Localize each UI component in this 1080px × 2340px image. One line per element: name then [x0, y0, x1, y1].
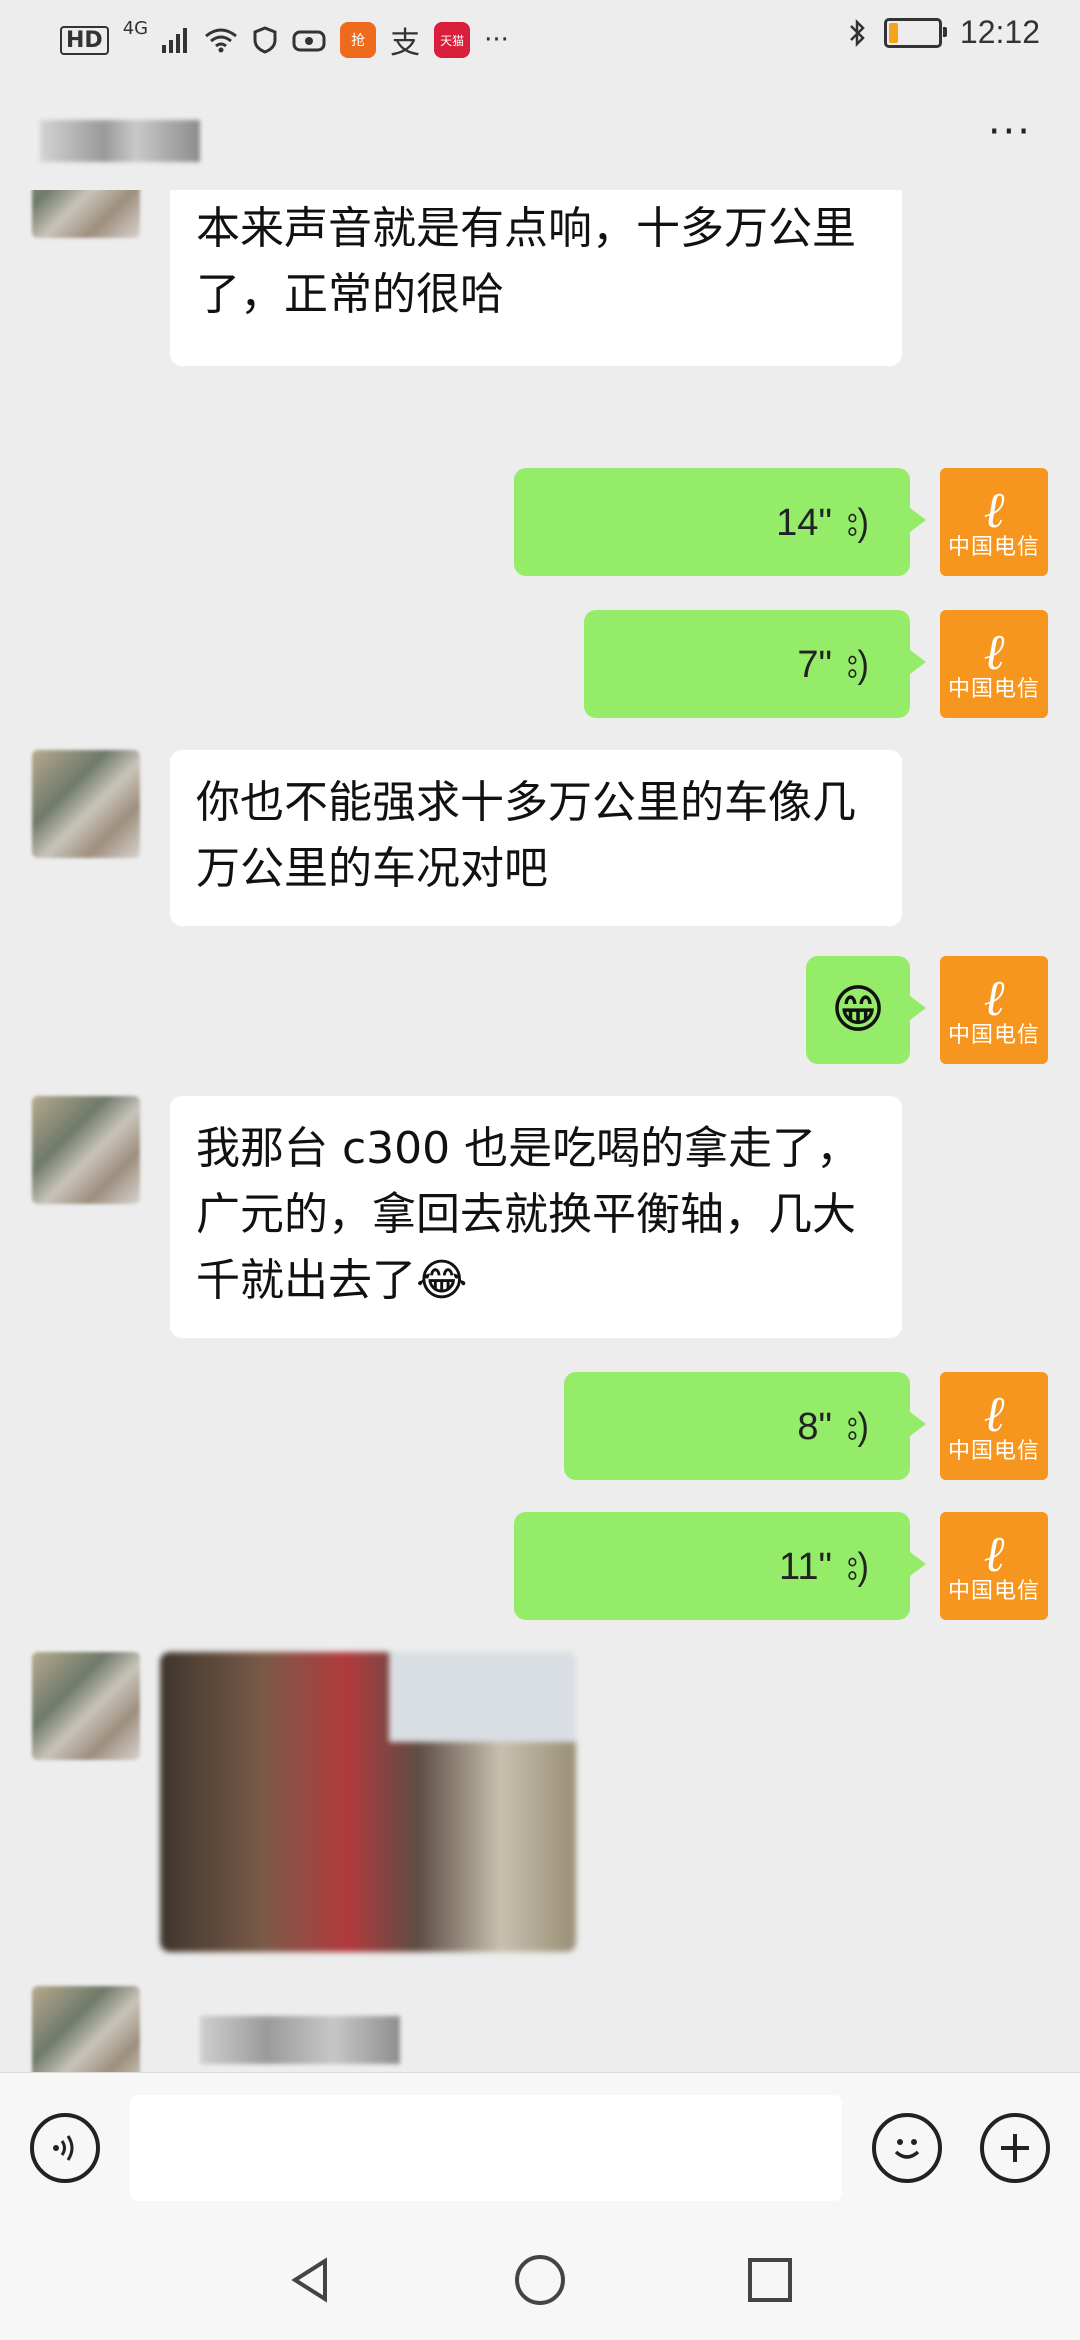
grin-emoji: 😁: [830, 980, 886, 1040]
voice-wave-icon: ⦂): [847, 644, 869, 686]
shield-icon: [252, 26, 278, 54]
home-nav-button[interactable]: [510, 2250, 570, 2310]
input-bar: [0, 2072, 1080, 2223]
emoji-button[interactable]: [872, 2113, 942, 2183]
avatar-caption: 中国电信: [947, 1579, 1040, 1604]
voice-duration: 7": [797, 644, 832, 686]
telecom-logo-icon: ℓ: [983, 623, 1005, 681]
wifi-icon: [204, 27, 238, 53]
telecom-logo-icon: ℓ: [983, 969, 1005, 1027]
more-notifications: ···: [484, 25, 509, 55]
user-avatar[interactable]: ℓ 中国电信: [940, 1372, 1048, 1480]
message-bubble[interactable]: 我那台 c300 也是吃喝的拿走了，广元的，拿回去就换平衡轴，几大千就出去了😂: [170, 1096, 902, 1338]
status-left: HD 4G 抢 支 天猫 ···: [60, 18, 509, 62]
message-text: 你也不能强求十多万公里的车像几万公里的车况对吧: [196, 777, 856, 894]
voice-message-bubble[interactable]: 11" ⦂): [514, 1512, 926, 1620]
emoji-message-bubble[interactable]: 😁: [806, 956, 926, 1064]
blurred-message[interactable]: [200, 2016, 400, 2064]
chat-title-bar: ···: [0, 72, 1080, 202]
voice-message: 8" ⦂): [797, 1394, 870, 1460]
telecom-logo-icon: ℓ: [983, 481, 1005, 539]
recents-nav-button[interactable]: [740, 2250, 800, 2310]
voice-wave-icon: ⦂): [847, 1546, 869, 1588]
clock: 12:12: [959, 14, 1040, 50]
user-avatar[interactable]: ℓ 中国电信: [940, 468, 1048, 576]
orange-app-icon: 抢: [340, 22, 377, 58]
image-message[interactable]: [160, 1652, 576, 1952]
battery-icon: [883, 17, 947, 48]
contact-avatar[interactable]: [32, 1096, 140, 1204]
network-icon: 4G: [122, 18, 149, 39]
back-triangle-icon: [291, 2257, 327, 2303]
photo-sky: [388, 1652, 576, 1742]
signal-icon: [162, 27, 190, 53]
recents-square-icon: [748, 2258, 792, 2302]
message-text: 我那台 c300 也是吃喝的拿走了，广元的，拿回去就换平衡轴，几大千就出去了😂: [196, 1123, 861, 1306]
contact-avatar[interactable]: [32, 1652, 140, 1760]
contact-avatar[interactable]: [32, 190, 140, 238]
status-right: 12:12: [848, 14, 1040, 51]
avatar-caption: 中国电信: [947, 677, 1040, 702]
smiley-icon: [894, 2139, 920, 2159]
voice-wave-icon: ⦂): [847, 1406, 869, 1448]
status-bar: HD 4G 抢 支 天猫 ··· 12:12: [0, 0, 1080, 72]
message-text: 修哈，另外，福克斯的发动机气门本来声音就是有点响，十多万公里了，正常的很哈: [196, 203, 856, 320]
contact-avatar[interactable]: [32, 750, 140, 858]
voice-message-bubble[interactable]: 14" ⦂): [514, 468, 926, 576]
voice-message: 11" ⦂): [779, 1534, 870, 1600]
back-nav-button[interactable]: [280, 2250, 340, 2310]
voice-message-bubble[interactable]: 7" ⦂): [584, 610, 926, 718]
user-avatar[interactable]: ℓ 中国电信: [940, 956, 1048, 1064]
bluetooth-icon: [848, 18, 866, 48]
home-circle-icon: [515, 2255, 565, 2305]
avatar-caption: 中国电信: [947, 535, 1040, 560]
voice-message-bubble[interactable]: 8" ⦂): [564, 1372, 926, 1480]
contact-name-blurred: [40, 120, 200, 162]
system-nav-bar: [0, 2222, 1080, 2340]
message-input[interactable]: [130, 2095, 842, 2201]
voice-wave-icon: ⦂): [847, 502, 869, 544]
voice-duration: 8": [797, 1406, 832, 1448]
voice-message: 7" ⦂): [797, 632, 870, 698]
tmall-icon: 天猫: [434, 22, 471, 58]
avatar-caption: 中国电信: [947, 1439, 1040, 1464]
voice-duration: 14": [776, 502, 832, 544]
more-functions-button[interactable]: [980, 2113, 1050, 2183]
user-avatar[interactable]: ℓ 中国电信: [940, 1512, 1048, 1620]
more-options-button[interactable]: ···: [988, 112, 1032, 152]
voice-message: 14" ⦂): [776, 490, 870, 556]
hd-icon: HD: [60, 25, 109, 55]
alipay-icon: 支: [390, 26, 421, 61]
voice-input-button[interactable]: [30, 2113, 100, 2183]
voice-duration: 11": [779, 1546, 832, 1588]
voice-wave-icon: [53, 2135, 74, 2161]
message-bubble[interactable]: 修哈，另外，福克斯的发动机气门本来声音就是有点响，十多万公里了，正常的很哈: [170, 190, 902, 366]
contact-avatar[interactable]: [32, 1986, 140, 2072]
telecom-logo-icon: ℓ: [983, 1525, 1005, 1583]
message-list[interactable]: 修哈，另外，福克斯的发动机气门本来声音就是有点响，十多万公里了，正常的很哈 14…: [0, 190, 1080, 2072]
plus-icon: [1001, 2134, 1029, 2162]
avatar-caption: 中国电信: [947, 1023, 1040, 1048]
message-bubble[interactable]: 你也不能强求十多万公里的车像几万公里的车况对吧: [170, 750, 902, 926]
app-notification-icon: [292, 26, 326, 54]
user-avatar[interactable]: ℓ 中国电信: [940, 610, 1048, 718]
telecom-logo-icon: ℓ: [983, 1385, 1005, 1443]
